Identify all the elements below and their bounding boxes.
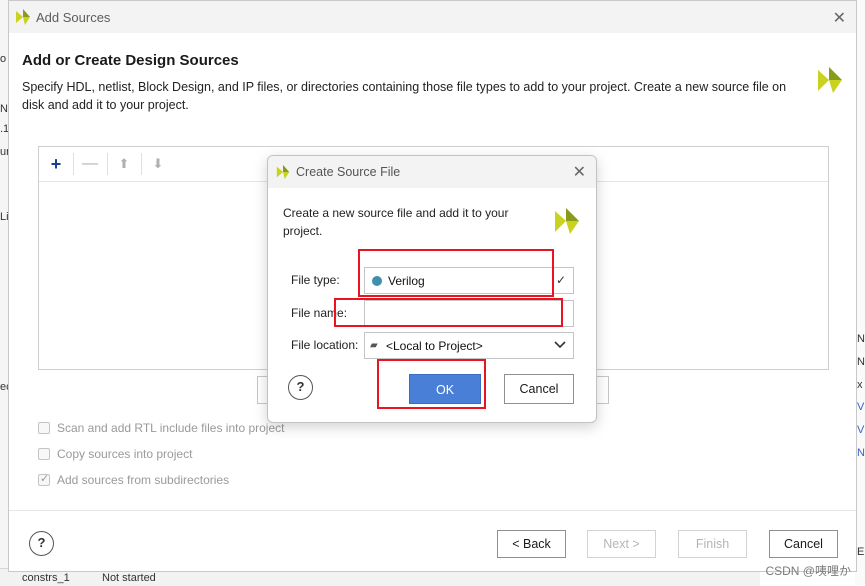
bg-text: x: [857, 379, 863, 391]
bg-text: E: [857, 546, 865, 558]
toolbar-divider: [141, 153, 142, 175]
footer-divider: [9, 510, 856, 511]
bg-cell: Not started: [102, 572, 156, 584]
checkbox[interactable]: [38, 472, 50, 486]
bg-text: V: [857, 424, 865, 436]
checkbox[interactable]: [38, 422, 50, 434]
modal-titlebar: Create Source File ✕: [268, 156, 596, 188]
option-label: Add sources from subdirectories: [57, 473, 230, 487]
folder-icon: ▰: [370, 340, 378, 351]
vivado-logo-icon: [14, 8, 32, 29]
page-title: Add or Create Design Sources: [22, 52, 239, 69]
finish-button[interactable]: Finish: [678, 530, 747, 558]
dialog-title: Add Sources: [36, 10, 111, 25]
help-button[interactable]: ?: [288, 375, 313, 400]
file-location-value: <Local to Project>: [386, 339, 483, 353]
option-copy-sources[interactable]: Copy sources into project: [38, 446, 192, 462]
toolbar-divider: [107, 153, 108, 175]
checkbox[interactable]: [38, 448, 50, 460]
page-description: Specify HDL, netlist, Block Design, and …: [22, 80, 787, 112]
bg-text: N: [857, 447, 865, 459]
bg-text: Li: [0, 211, 8, 223]
bg-cell: constrs_1: [22, 572, 70, 584]
chevron-down-icon[interactable]: [554, 338, 566, 353]
vivado-logo-icon: [815, 65, 845, 98]
bg-text: N: [857, 356, 865, 368]
bg-text: N: [857, 333, 865, 345]
modal-description: Create a new source file and add it to y…: [283, 206, 509, 238]
toolbar-divider: [73, 153, 74, 175]
vivado-logo-icon: [552, 206, 582, 239]
bg-text: V: [857, 401, 865, 413]
highlight-ok-button: [377, 359, 486, 409]
check-icon: ✓: [555, 273, 566, 287]
option-scan-rtl[interactable]: Scan and add RTL include files into proj…: [38, 420, 284, 436]
create-file-button[interactable]: [597, 376, 609, 404]
bg-text: ec: [0, 381, 8, 393]
close-icon[interactable]: ✕: [833, 8, 846, 28]
bg-text: o: [0, 53, 7, 65]
move-up-icon[interactable]: ⬆: [113, 154, 135, 174]
bg-text: N: [0, 103, 8, 115]
highlight-file-name: [334, 298, 563, 327]
close-icon[interactable]: ✕: [573, 162, 586, 182]
option-add-subdirectories[interactable]: Add sources from subdirectories: [38, 472, 229, 488]
watermark: CSDN @咦哩か: [765, 564, 851, 578]
file-location-label: File location:: [291, 338, 359, 352]
cancel-button[interactable]: Cancel: [769, 530, 838, 558]
add-icon[interactable]: +: [45, 154, 67, 174]
file-location-select[interactable]: ▰ <Local to Project>: [364, 332, 574, 359]
file-type-label: File type:: [291, 273, 340, 287]
cancel-button[interactable]: Cancel: [504, 374, 574, 404]
background-app-left-edge: o N .1 ur Li ec: [0, 0, 8, 585]
option-label: Scan and add RTL include files into proj…: [57, 421, 285, 435]
modal-title: Create Source File: [296, 165, 401, 179]
dialog-titlebar: Add Sources ✕: [9, 1, 856, 33]
vivado-logo-icon: [275, 164, 291, 183]
back-button[interactable]: < Back: [497, 530, 566, 558]
remove-icon[interactable]: —: [79, 154, 101, 174]
help-button[interactable]: ?: [29, 531, 54, 556]
bg-text: .1: [0, 123, 8, 135]
move-down-icon[interactable]: ⬇: [147, 154, 169, 174]
highlight-file-type: [358, 249, 554, 297]
bg-text: ur: [0, 146, 8, 158]
next-button[interactable]: Next >: [587, 530, 656, 558]
option-label: Copy sources into project: [57, 447, 193, 461]
